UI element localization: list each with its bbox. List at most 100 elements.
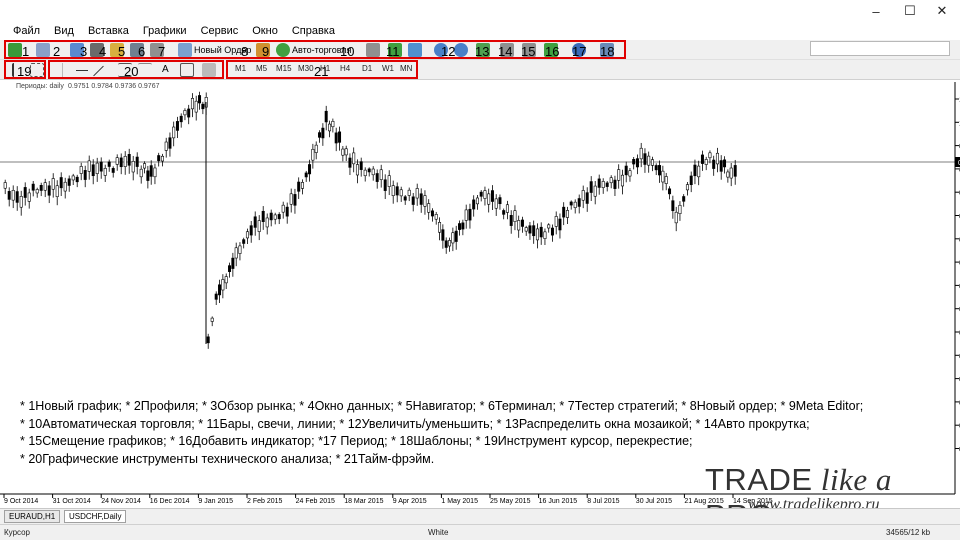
candle-body bbox=[475, 197, 479, 205]
close-button[interactable]: ✕ bbox=[926, 0, 958, 22]
tf-mn[interactable]: MN bbox=[400, 64, 412, 73]
candle-body bbox=[269, 212, 273, 221]
candle-body bbox=[513, 210, 517, 222]
candle-body bbox=[168, 137, 172, 149]
tab-euraud[interactable]: EURAUD,H1 bbox=[4, 510, 61, 523]
menu-file[interactable]: Файл bbox=[13, 25, 40, 37]
candle-body bbox=[51, 178, 55, 190]
search-input[interactable] bbox=[810, 41, 950, 56]
tf-m1[interactable]: M1 bbox=[235, 64, 246, 73]
candle-body bbox=[7, 191, 11, 200]
legend-text: * 1Новый график; * 2Профиля; * 3Обзор ры… bbox=[14, 398, 914, 468]
candle-body bbox=[281, 204, 285, 213]
menu-window[interactable]: Окно bbox=[252, 25, 278, 37]
candle-body bbox=[577, 198, 581, 207]
menu-help[interactable]: Справка bbox=[292, 25, 335, 37]
candle-body bbox=[458, 223, 462, 230]
candle-body bbox=[311, 148, 315, 161]
candle-body bbox=[277, 214, 281, 220]
candle-body bbox=[520, 219, 524, 227]
candle-body bbox=[632, 159, 636, 165]
candle-body bbox=[562, 206, 566, 218]
tab-usdchf[interactable]: USDCHF,Daily bbox=[64, 510, 127, 523]
candle-body bbox=[35, 189, 39, 194]
candle-body bbox=[726, 171, 730, 178]
annotation-5: 5 bbox=[118, 44, 126, 59]
candle-body bbox=[11, 190, 15, 201]
candle-body bbox=[257, 220, 261, 232]
date-label: 9 Apr 2015 bbox=[393, 498, 427, 505]
candle-body bbox=[723, 159, 727, 168]
candle-body bbox=[454, 230, 458, 242]
candle-body bbox=[375, 173, 379, 182]
tf-m15[interactable]: M15 bbox=[276, 64, 292, 73]
candle-body bbox=[581, 190, 585, 201]
candle-body bbox=[285, 206, 289, 217]
candle-body bbox=[403, 196, 407, 201]
candle-body bbox=[107, 161, 111, 167]
maximize-button[interactable]: ☐ bbox=[894, 0, 926, 22]
tf-m5[interactable]: M5 bbox=[256, 64, 267, 73]
candle-body bbox=[321, 127, 325, 139]
candle-body bbox=[674, 211, 678, 224]
annotation-19: 19 bbox=[17, 64, 32, 79]
candle-body bbox=[79, 166, 83, 174]
candle-body bbox=[391, 185, 395, 196]
candle-body bbox=[650, 159, 654, 166]
candle-body bbox=[221, 279, 225, 291]
candle-body bbox=[597, 178, 601, 188]
candle-body bbox=[341, 148, 345, 156]
candle-body bbox=[91, 164, 95, 177]
candle-body bbox=[565, 210, 569, 218]
candle-body bbox=[483, 190, 487, 199]
candle-body bbox=[228, 265, 232, 272]
candle-body bbox=[3, 182, 7, 189]
candle-body bbox=[729, 167, 733, 179]
candle-body bbox=[528, 225, 532, 234]
candle-body bbox=[157, 155, 161, 162]
candle-body bbox=[715, 152, 719, 165]
annotation-13: 13 bbox=[475, 44, 490, 59]
menu-charts[interactable]: Графики bbox=[143, 25, 187, 37]
candle-body bbox=[261, 210, 265, 222]
candle-body bbox=[331, 120, 335, 128]
candle-body bbox=[505, 204, 509, 213]
candle-body bbox=[697, 165, 701, 178]
annotation-10: 10 bbox=[340, 44, 355, 59]
candle-body bbox=[547, 224, 551, 229]
date-label: 9 Oct 2014 bbox=[4, 498, 38, 505]
tf-m30[interactable]: M30 bbox=[298, 64, 314, 73]
annotation-3: 3 bbox=[80, 44, 88, 59]
candle-body bbox=[554, 216, 558, 227]
tf-w1[interactable]: W1 bbox=[382, 64, 394, 73]
candle-body bbox=[328, 123, 332, 132]
candle-body bbox=[160, 155, 164, 162]
title-bar: – ☐ ✕ bbox=[0, 0, 960, 22]
annotation-20: 20 bbox=[124, 64, 139, 79]
menu-insert[interactable]: Вставка bbox=[88, 25, 129, 37]
candle-body bbox=[678, 204, 682, 215]
candle-body bbox=[502, 210, 506, 215]
candle-body bbox=[539, 226, 543, 238]
candle-body bbox=[139, 168, 143, 178]
status-traffic: 34565/12 kb bbox=[886, 528, 931, 537]
menu-view[interactable]: Вид bbox=[54, 25, 74, 37]
candle-body bbox=[300, 182, 304, 189]
minimize-button[interactable]: – bbox=[860, 0, 892, 22]
candle-body bbox=[355, 164, 359, 176]
candle-body bbox=[468, 208, 472, 221]
candle-body bbox=[115, 157, 119, 165]
annotation-12: 12 bbox=[441, 44, 456, 59]
annotation-6: 6 bbox=[138, 44, 146, 59]
tf-d1[interactable]: D1 bbox=[362, 64, 372, 73]
candle-body bbox=[704, 159, 708, 165]
tf-h4[interactable]: H4 bbox=[340, 64, 350, 73]
date-label: 16 Dec 2014 bbox=[150, 498, 190, 505]
candle-body bbox=[490, 190, 494, 202]
candle-body bbox=[127, 154, 131, 166]
candle-body bbox=[689, 175, 693, 186]
status-cursor: Курсор bbox=[4, 528, 31, 537]
menu-tools[interactable]: Сервис bbox=[201, 25, 239, 37]
candle-body bbox=[451, 232, 455, 244]
candle-body bbox=[407, 189, 411, 196]
